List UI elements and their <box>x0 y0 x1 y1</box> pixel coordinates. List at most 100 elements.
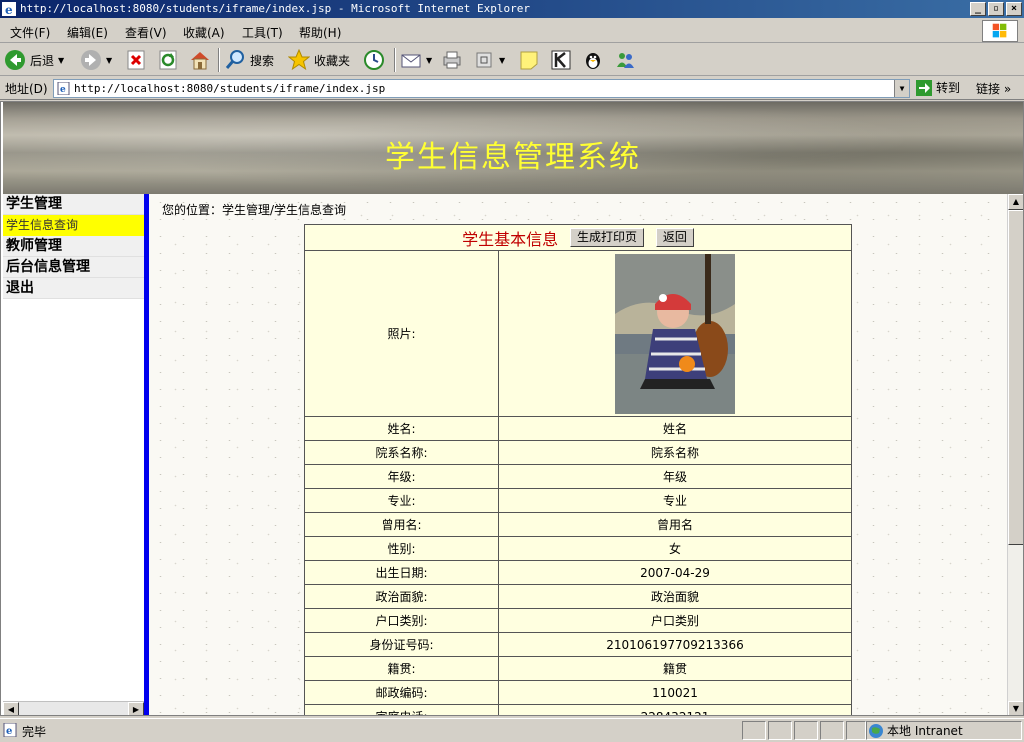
table-row: 籍贯: 籍贯 <box>304 656 852 681</box>
back-button[interactable]: 后退 ▼ <box>4 48 64 72</box>
page-icon: e <box>57 82 70 95</box>
refresh-button[interactable] <box>157 48 179 72</box>
go-arrow-icon <box>916 79 932 96</box>
row-label: 专业: <box>304 488 499 513</box>
printer-icon <box>443 51 461 69</box>
mail-dropdown-icon[interactable]: ▼ <box>426 56 432 65</box>
menu-edit[interactable]: 编辑(E) <box>67 24 108 41</box>
page-done-icon: e <box>3 723 17 737</box>
nav-logout[interactable]: 退出 <box>3 278 144 299</box>
star-icon <box>288 49 310 71</box>
scroll-up-icon[interactable]: ▲ <box>1008 194 1023 210</box>
search-label: 搜索 <box>250 53 275 68</box>
close-button[interactable]: × <box>1006 2 1022 16</box>
intranet-globe-icon <box>869 723 883 738</box>
minimize-button[interactable]: _ <box>970 2 986 16</box>
messenger-button[interactable] <box>614 48 636 72</box>
address-dropdown-icon[interactable]: ▼ <box>894 80 909 97</box>
restore-button[interactable]: ▫ <box>988 2 1004 16</box>
title-bar: e http://localhost:8080/students/iframe/… <box>0 0 1024 18</box>
favorites-button[interactable]: 收藏夹 <box>288 48 350 72</box>
row-label: 院系名称: <box>304 440 499 465</box>
k-button[interactable] <box>550 48 572 72</box>
row-value: 228432121 <box>498 704 852 715</box>
table-row: 户口类别: 户口类别 <box>304 608 852 633</box>
row-label: 性别: <box>304 536 499 561</box>
security-zone: 本地 Intranet <box>868 722 963 739</box>
links-button[interactable]: 链接 » <box>976 80 1011 97</box>
row-value: 曾用名 <box>498 512 852 537</box>
history-icon <box>364 50 384 70</box>
scroll-left-icon[interactable]: ◀ <box>3 702 19 715</box>
edit-dropdown-icon[interactable]: ▼ <box>499 56 505 65</box>
forward-button[interactable]: ▼ <box>80 48 112 72</box>
home-icon <box>191 52 209 70</box>
photo-cell <box>498 250 852 417</box>
scroll-right-icon[interactable]: ▶ <box>128 702 144 715</box>
vertical-scrollbar[interactable]: ▲ ▼ <box>1007 194 1023 715</box>
row-value: 年级 <box>498 464 852 489</box>
svg-text:e: e <box>6 726 12 737</box>
nav-backend-management[interactable]: 后台信息管理 <box>3 257 144 278</box>
web-page: 学生信息管理系统 学生管理 学生信息查询 教师管理 后台信息管理 退出 ◀ ▶ … <box>0 101 1024 716</box>
table-row: 出生日期: 2007-04-29 <box>304 560 852 585</box>
row-label: 家庭电话: <box>304 704 499 715</box>
forward-arrow-icon <box>81 50 101 70</box>
table-header: 学生基本信息 生成打印页 返回 <box>304 224 852 251</box>
menu-tools[interactable]: 工具(T) <box>242 24 283 41</box>
row-label: 户口类别: <box>304 608 499 633</box>
forward-dropdown-icon[interactable]: ▼ <box>106 56 112 65</box>
search-icon <box>225 50 244 69</box>
row-value: 政治面貌 <box>498 584 852 609</box>
address-url: http://localhost:8080/students/iframe/in… <box>74 82 386 95</box>
menu-view[interactable]: 查看(V) <box>125 24 167 41</box>
print-page-button[interactable]: 生成打印页 <box>569 228 644 247</box>
zone-label: 本地 Intranet <box>887 724 963 738</box>
table-title: 学生基本信息 <box>462 229 559 249</box>
table-row: 姓名: 姓名 <box>304 416 852 441</box>
go-button[interactable]: 转到 <box>916 79 960 96</box>
scroll-thumb[interactable] <box>1008 210 1023 545</box>
menu-help[interactable]: 帮助(H) <box>299 24 341 41</box>
print-button[interactable] <box>441 48 463 72</box>
row-value: 110021 <box>498 680 852 705</box>
refresh-icon <box>159 50 177 70</box>
row-value: 专业 <box>498 488 852 513</box>
nav-student-management[interactable]: 学生管理 <box>3 194 144 215</box>
toolbar: 后退 ▼ ▼ 搜索 收藏夹 ▼ ▼ <box>0 44 1024 76</box>
qq-penguin-icon <box>586 53 600 69</box>
ie-icon: e <box>2 2 16 16</box>
note-button[interactable] <box>518 48 540 72</box>
nav-horizontal-scrollbar[interactable]: ◀ ▶ <box>3 701 144 715</box>
scroll-down-icon[interactable]: ▼ <box>1008 701 1023 715</box>
row-label: 姓名: <box>304 416 499 441</box>
home-button[interactable] <box>189 48 211 72</box>
mail-button[interactable]: ▼ <box>400 48 432 72</box>
stop-button[interactable] <box>125 48 147 72</box>
student-photo <box>615 253 735 414</box>
qq-button[interactable] <box>582 48 604 72</box>
edit-icon <box>476 52 492 68</box>
row-value: 姓名 <box>498 416 852 441</box>
back-page-button[interactable]: 返回 <box>655 228 694 247</box>
table-row: 政治面貌: 政治面貌 <box>304 584 852 609</box>
back-label: 后退 <box>30 53 55 68</box>
menu-favorites[interactable]: 收藏(A) <box>183 24 225 41</box>
nav-teacher-management[interactable]: 教师管理 <box>3 236 144 257</box>
address-input[interactable]: e http://localhost:8080/students/iframe/… <box>53 79 910 98</box>
left-navigation: 学生管理 学生信息查询 教师管理 后台信息管理 退出 ◀ ▶ <box>3 194 144 715</box>
status-bar: e 完毕 本地 Intranet <box>0 718 1024 742</box>
back-dropdown-icon[interactable]: ▼ <box>58 56 64 65</box>
search-button[interactable]: 搜索 <box>224 48 274 72</box>
nav-student-query[interactable]: 学生信息查询 <box>3 215 144 236</box>
edit-button[interactable]: ▼ <box>473 48 505 72</box>
back-arrow-icon <box>5 50 25 70</box>
mail-icon <box>401 54 421 68</box>
menu-file[interactable]: 文件(F) <box>10 24 50 41</box>
messenger-icon <box>617 53 634 68</box>
site-banner: 学生信息管理系统 <box>3 102 1023 194</box>
row-label: 籍贯: <box>304 656 499 681</box>
row-label: 政治面貌: <box>304 584 499 609</box>
history-button[interactable] <box>363 48 385 72</box>
address-bar: 地址(D) e http://localhost:8080/students/i… <box>0 77 1024 100</box>
